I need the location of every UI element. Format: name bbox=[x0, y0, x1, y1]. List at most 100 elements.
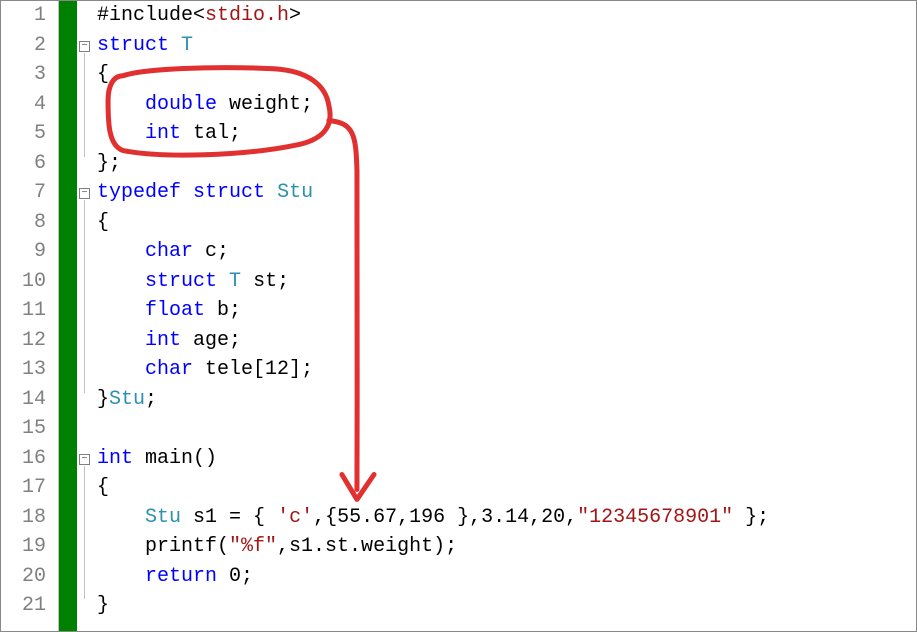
line-number: 14 bbox=[1, 385, 46, 415]
code-line[interactable]: { bbox=[93, 473, 916, 503]
code-line[interactable]: int tal; bbox=[93, 119, 916, 149]
code-line[interactable]: }Stu; bbox=[93, 385, 916, 415]
code-editor: 123456789101112131415161718192021 −−− #i… bbox=[1, 1, 916, 631]
code-token: printf( bbox=[145, 535, 229, 558]
code-token: int bbox=[145, 122, 181, 145]
code-line[interactable]: char c; bbox=[93, 237, 916, 267]
code-token: #include bbox=[97, 4, 193, 27]
code-token: struct bbox=[97, 34, 169, 57]
code-token: Stu bbox=[277, 181, 313, 204]
line-number: 6 bbox=[1, 149, 46, 179]
fold-toggle-icon[interactable]: − bbox=[79, 454, 90, 465]
code-token: "%f" bbox=[229, 535, 277, 558]
fold-gutter: − − − bbox=[77, 1, 93, 631]
code-line[interactable]: printf("%f",s1.st.weight); bbox=[93, 532, 916, 562]
code-line[interactable]: return 0; bbox=[93, 562, 916, 592]
code-line[interactable]: }; bbox=[93, 149, 916, 179]
line-number: 7 bbox=[1, 178, 46, 208]
code-token: > bbox=[289, 4, 301, 27]
code-token bbox=[205, 299, 217, 322]
code-token: }; bbox=[97, 152, 121, 175]
fold-guide bbox=[84, 200, 85, 393]
line-number: 15 bbox=[1, 414, 46, 444]
code-token bbox=[181, 329, 193, 352]
code-token: st; bbox=[253, 270, 289, 293]
code-line[interactable] bbox=[93, 414, 916, 444]
line-gutter: 123456789101112131415161718192021 bbox=[1, 1, 59, 631]
code-token: } bbox=[97, 594, 109, 617]
line-number: 4 bbox=[1, 90, 46, 120]
code-token: ,{55.67,196 },3.14,20, bbox=[313, 506, 577, 529]
code-token bbox=[133, 447, 145, 470]
code-token: ; bbox=[145, 388, 157, 411]
code-line[interactable]: typedef struct Stu bbox=[93, 178, 916, 208]
code-line[interactable]: { bbox=[93, 60, 916, 90]
code-token: 'c' bbox=[277, 506, 313, 529]
code-line[interactable]: double weight; bbox=[93, 90, 916, 120]
line-number: 11 bbox=[1, 296, 46, 326]
change-margin bbox=[59, 1, 77, 631]
code-token: s1 = { bbox=[193, 506, 277, 529]
fold-guide bbox=[84, 53, 85, 157]
code-line[interactable]: int main() bbox=[93, 444, 916, 474]
code-token bbox=[265, 181, 277, 204]
code-token: double bbox=[145, 93, 217, 116]
code-token: 0; bbox=[229, 565, 253, 588]
code-token: int bbox=[145, 329, 181, 352]
code-token bbox=[181, 122, 193, 145]
code-token: stdio.h bbox=[205, 4, 289, 27]
code-line[interactable]: struct T st; bbox=[93, 267, 916, 297]
code-token: } bbox=[97, 388, 109, 411]
line-number: 10 bbox=[1, 267, 46, 297]
code-token: ,s1.st.weight); bbox=[277, 535, 457, 558]
code-token bbox=[193, 358, 205, 381]
code-token: typedef bbox=[97, 181, 181, 204]
line-number: 21 bbox=[1, 591, 46, 621]
code-token bbox=[193, 240, 205, 263]
code-token bbox=[181, 181, 193, 204]
fold-guide bbox=[84, 466, 85, 600]
code-token: char bbox=[145, 240, 193, 263]
code-token: tele[12]; bbox=[205, 358, 313, 381]
code-token bbox=[217, 270, 229, 293]
fold-toggle-icon[interactable]: − bbox=[79, 41, 90, 52]
code-token: { bbox=[97, 63, 109, 86]
code-line[interactable]: float b; bbox=[93, 296, 916, 326]
code-token: T bbox=[181, 34, 193, 57]
code-token bbox=[217, 565, 229, 588]
code-line[interactable]: char tele[12]; bbox=[93, 355, 916, 385]
line-number: 18 bbox=[1, 503, 46, 533]
code-line[interactable]: int age; bbox=[93, 326, 916, 356]
code-token bbox=[241, 270, 253, 293]
code-token bbox=[169, 34, 181, 57]
line-number: 13 bbox=[1, 355, 46, 385]
line-number: 19 bbox=[1, 532, 46, 562]
code-token: Stu bbox=[109, 388, 145, 411]
code-token: main() bbox=[145, 447, 217, 470]
code-line[interactable]: Stu s1 = { 'c',{55.67,196 },3.14,20,"123… bbox=[93, 503, 916, 533]
code-line[interactable]: { bbox=[93, 208, 916, 238]
code-token: c; bbox=[205, 240, 229, 263]
code-token: Stu bbox=[145, 506, 181, 529]
code-line[interactable]: } bbox=[93, 591, 916, 621]
code-token: return bbox=[145, 565, 217, 588]
code-token: struct bbox=[193, 181, 265, 204]
fold-toggle-icon[interactable]: − bbox=[79, 188, 90, 199]
code-token: "12345678901" bbox=[577, 506, 733, 529]
code-line[interactable]: #include<stdio.h> bbox=[93, 1, 916, 31]
code-token: tal; bbox=[193, 122, 241, 145]
line-number: 16 bbox=[1, 444, 46, 474]
code-token: { bbox=[97, 476, 109, 499]
code-token: float bbox=[145, 299, 205, 322]
code-line[interactable]: struct T bbox=[93, 31, 916, 61]
line-number: 20 bbox=[1, 562, 46, 592]
code-token: b; bbox=[217, 299, 241, 322]
line-number: 2 bbox=[1, 31, 46, 61]
code-area[interactable]: #include<stdio.h>struct T{ double weight… bbox=[93, 1, 916, 631]
line-number: 12 bbox=[1, 326, 46, 356]
code-token bbox=[181, 506, 193, 529]
code-token: int bbox=[97, 447, 133, 470]
code-token: char bbox=[145, 358, 193, 381]
line-number: 9 bbox=[1, 237, 46, 267]
code-token: }; bbox=[733, 506, 769, 529]
